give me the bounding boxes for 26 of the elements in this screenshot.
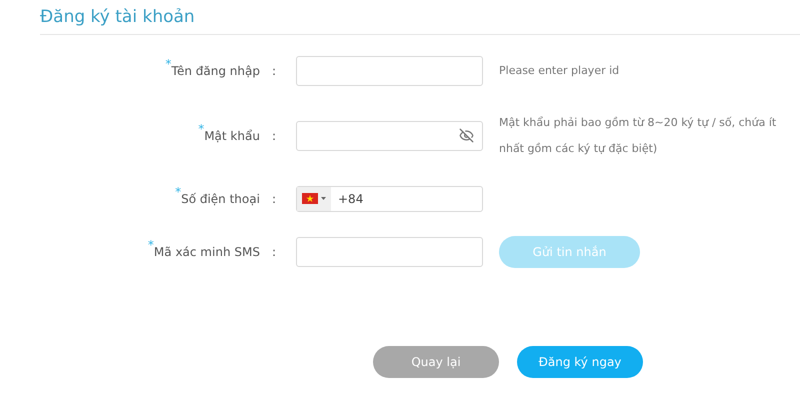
field-hint: Please enter player id <box>499 62 620 78</box>
required-mark: * <box>148 236 154 254</box>
label-colon: : <box>272 128 276 144</box>
required-mark: * <box>165 56 172 70</box>
password-input[interactable] <box>296 120 483 150</box>
field-label: Mật khẩu <box>204 128 260 144</box>
eye-off-icon[interactable] <box>459 128 474 143</box>
label-colon: : <box>272 244 276 260</box>
required-mark: * <box>198 120 204 138</box>
required-mark: * <box>175 184 182 200</box>
back-button[interactable]: Quay lại <box>373 346 499 378</box>
page-title: Đăng ký tài khoản <box>40 6 196 29</box>
label-colon: : <box>272 190 276 208</box>
phone-input[interactable]: +84 <box>296 186 483 212</box>
field-label: Mã xác minh SMS <box>154 244 260 260</box>
label-colon: : <box>272 62 276 80</box>
field-label: Số điện thoại <box>181 190 260 208</box>
phone-value: +84 <box>338 190 364 208</box>
username-input[interactable] <box>296 56 483 86</box>
field-label: Tên đăng nhập <box>171 62 260 80</box>
country-selector[interactable] <box>297 186 331 210</box>
sms-code-input[interactable] <box>296 236 483 266</box>
register-button[interactable]: Đăng ký ngay <box>517 346 643 378</box>
caret-icon <box>321 197 326 200</box>
flag-icon <box>302 193 318 204</box>
field-hint: Mật khẩu phải bao gồm từ 8~20 ký tự / số, chứa ít nhất gồm các ký tự đặc biệt) <box>499 114 778 156</box>
